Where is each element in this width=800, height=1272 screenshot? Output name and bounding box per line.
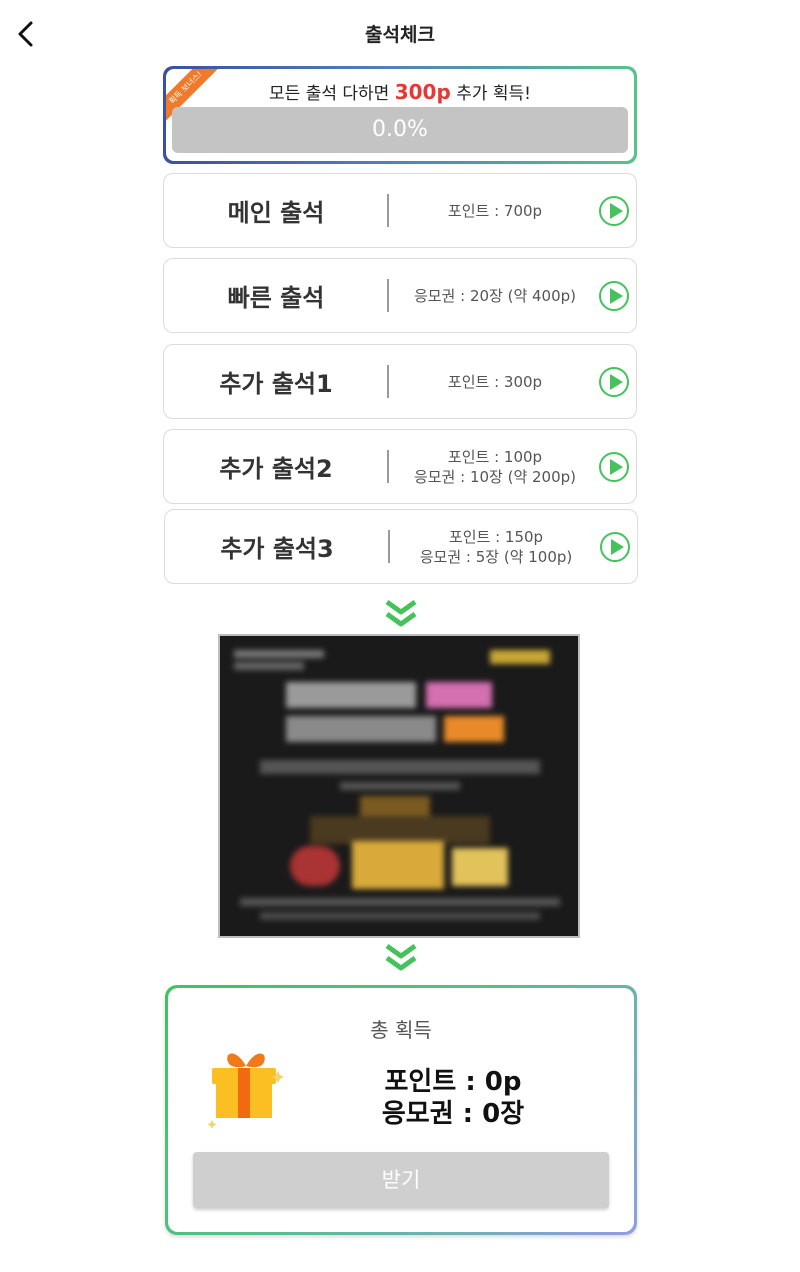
attendance-row-extra-1[interactable]: 추가 출석1 포인트 : 300p xyxy=(163,344,637,419)
reward-line: 포인트 : 150p xyxy=(448,527,544,546)
reward-line: 포인트 : 300p xyxy=(447,372,543,391)
reward-line: 응모권 : 20장 (약 400p) xyxy=(413,286,577,305)
play-circle-icon xyxy=(600,532,630,562)
attendance-reward: 포인트 : 150p 응모권 : 5장 (약 100p) xyxy=(391,510,601,583)
divider xyxy=(388,530,390,563)
bonus-description: 모든 출석 다하면 300p 추가 획득! xyxy=(166,79,634,104)
bonus-text-after: 추가 획득! xyxy=(456,84,531,104)
play-button[interactable] xyxy=(598,451,630,483)
double-chevron-down-icon xyxy=(383,598,419,630)
total-tickets: 응모권 : 0장 xyxy=(381,1099,525,1129)
total-points: 포인트 : 0p xyxy=(384,1067,522,1097)
gift-box-icon xyxy=(206,1038,286,1128)
ad-image xyxy=(220,636,578,936)
attendance-row-fast[interactable]: 빠른 출석 응모권 : 20장 (약 400p) xyxy=(163,258,637,333)
attendance-name: 추가 출석2 xyxy=(219,455,333,483)
play-circle-icon xyxy=(599,196,629,226)
bonus-text-before: 모든 출석 다하면 xyxy=(269,84,390,104)
attendance-name: 추가 출석3 xyxy=(220,535,334,563)
attendance-name: 추가 출석1 xyxy=(219,370,333,398)
attendance-row-main[interactable]: 메인 출석 포인트 : 700p xyxy=(163,173,637,248)
divider xyxy=(387,365,389,398)
double-chevron-down-icon xyxy=(383,942,419,974)
progress-label: 0.0% xyxy=(372,117,428,142)
page-title: 출석체크 xyxy=(365,24,435,46)
progress-bar: 0.0% xyxy=(172,107,628,153)
play-button[interactable] xyxy=(598,195,630,227)
attendance-row-extra-2[interactable]: 추가 출석2 포인트 : 100p 응모권 : 10장 (약 200p) xyxy=(163,429,637,504)
attendance-reward: 포인트 : 300p xyxy=(390,345,600,418)
reward-line: 포인트 : 100p xyxy=(447,447,543,466)
attendance-reward: 포인트 : 100p 응모권 : 10장 (약 200p) xyxy=(390,430,600,503)
play-circle-icon xyxy=(599,452,629,482)
divider xyxy=(387,194,389,227)
play-button[interactable] xyxy=(598,280,630,312)
play-circle-icon xyxy=(599,281,629,311)
completion-bonus-panel: 획득 보너스! 모든 출석 다하면 300p 추가 획득! 0.0% xyxy=(163,66,637,164)
attendance-name: 빠른 출석 xyxy=(227,284,325,312)
attendance-name: 메인 출석 xyxy=(227,199,325,227)
total-summary: 포인트 : 0p 응모권 : 0장 xyxy=(358,1066,548,1130)
claim-button[interactable]: 받기 xyxy=(193,1152,609,1208)
advertisement-banner[interactable] xyxy=(220,636,578,936)
divider xyxy=(387,450,389,483)
attendance-reward: 포인트 : 700p xyxy=(390,174,600,247)
reward-line: 포인트 : 700p xyxy=(447,201,543,220)
play-button[interactable] xyxy=(599,531,631,563)
reward-line: 응모권 : 5장 (약 100p) xyxy=(419,547,573,566)
play-circle-icon xyxy=(599,367,629,397)
bonus-amount: 300p xyxy=(394,80,451,104)
total-rewards-panel: 총 획득 포인트 : 0p 응모권 : 0장 받기 xyxy=(165,985,637,1235)
attendance-reward: 응모권 : 20장 (약 400p) xyxy=(390,259,600,332)
reward-line: 응모권 : 10장 (약 200p) xyxy=(413,467,577,486)
divider xyxy=(387,279,389,312)
play-button[interactable] xyxy=(598,366,630,398)
header: 출석체크 xyxy=(0,0,800,68)
attendance-row-extra-3[interactable]: 추가 출석3 포인트 : 150p 응모권 : 5장 (약 100p) xyxy=(164,509,638,584)
